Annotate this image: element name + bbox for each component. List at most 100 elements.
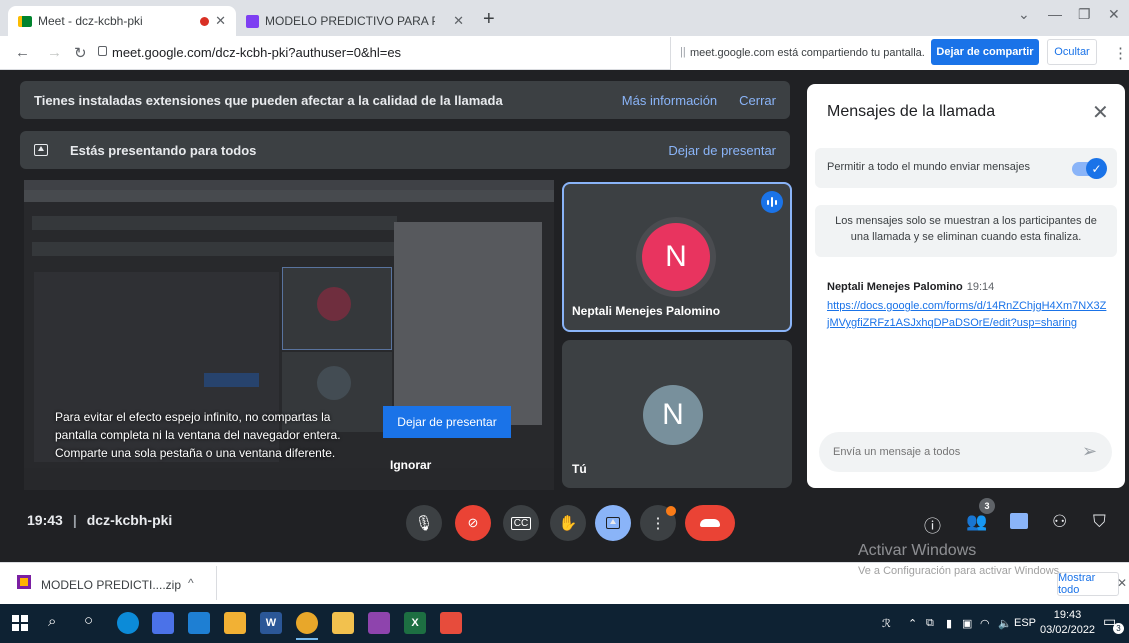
share-notice: meet.google.com está compartiendo tu pan… [690,47,925,59]
chevron-up-tray-icon[interactable]: ⌃ [908,617,917,630]
camera-off-icon: ⊘ [467,515,479,530]
leave-call-button[interactable] [685,505,735,541]
clock-time: 19:43 [1053,609,1082,621]
divider [216,566,217,600]
message-time: 19:14 [966,281,995,293]
chat-icon[interactable] [1010,513,1028,529]
sheets-icon [246,14,259,28]
close-tab-icon[interactable]: ✕ [453,13,464,29]
minimize-icon[interactable]: — [1048,6,1062,22]
message-sender: Neptali Menejes Palomino 19:14 [827,281,994,293]
windows-start-icon[interactable] [12,615,28,631]
presenting-text: Estás presentando para todos [70,142,257,158]
language-indicator[interactable]: ESP [1014,617,1036,629]
forward-icon[interactable]: → [47,44,62,61]
close-banner-link[interactable]: Cerrar [739,93,776,108]
zoom-icon[interactable] [152,612,174,634]
close-window-icon[interactable]: ✕ [1108,6,1120,23]
captions-button[interactable]: CC [503,505,539,541]
stop-presenting-button[interactable]: Dejar de presentar [383,406,511,438]
message-link[interactable]: https://docs.google.com/forms/d/14RnZChj… [827,298,1107,332]
more-vert-icon: ⋮ [650,515,666,532]
battery-icon[interactable]: ▮ [946,617,952,630]
tab-modelo[interactable]: MODELO PREDICTIVO PARA PRO ✕ [236,6,474,36]
activate-windows-title: Activar Windows [858,542,977,559]
camera-button[interactable]: ⊘ [455,505,491,541]
notification-dot [666,506,676,516]
present-button[interactable] [595,505,631,541]
search-icon[interactable]: ⌕ [48,613,56,630]
download-item[interactable]: MODELO PREDICTI....zip [41,578,181,592]
participant-name: Tú [572,462,587,476]
edge-icon[interactable] [117,612,139,634]
activate-windows-subtitle: Ve a Configuración para activar Windows. [858,565,1063,577]
chat-title: Mensajes de la llamada [827,103,996,120]
close-downloads-icon[interactable]: ✕ [1117,576,1127,590]
participant-count-badge: 3 [979,498,995,514]
avatar-self: N [643,385,703,445]
participant-name: Neptali Menejes Palomino [572,304,721,318]
winrar-icon[interactable] [368,612,390,634]
network-icon[interactable]: ⧉ [926,617,934,630]
hand-icon: ✋ [558,515,578,532]
raise-hand-button[interactable]: ✋ [550,505,586,541]
taskbar-clock[interactable]: 19:43 03/02/2022 [1040,608,1095,638]
new-tab-icon[interactable]: + [483,8,495,31]
mail-icon[interactable] [188,612,210,634]
volume-icon[interactable]: 🔈 [998,617,1012,630]
stop-presenting-link[interactable]: Dejar de presentar [668,143,776,158]
activities-icon[interactable]: ⚇ [1052,512,1067,532]
display-icon[interactable]: ▣ [962,617,972,630]
close-chat-icon[interactable]: ✕ [1092,100,1109,125]
hide-button[interactable]: Ocultar [1047,39,1097,65]
tab-modelo-title: MODELO PREDICTIVO PARA PRO [265,14,435,28]
present-screen-icon [34,144,48,156]
chevron-up-icon[interactable]: ^ [188,576,194,590]
drag-handle-icon[interactable]: || [680,46,686,58]
present-icon [606,517,620,529]
restore-icon[interactable]: ❐ [1078,6,1091,23]
separator: | [72,512,77,528]
chat-input[interactable] [819,432,1112,472]
mirror-warning-text: Para evitar el efecto espejo infinito, n… [55,410,341,460]
meeting-details-icon[interactable]: ⓘ [924,512,941,537]
stop-sharing-button[interactable]: Dejar de compartir [931,39,1039,65]
active-app-indicator [296,638,318,640]
meeting-code: dcz-kcbh-pki [86,512,173,528]
people-tray-icon[interactable]: ℛ [882,617,891,630]
more-info-link[interactable]: Más información [622,93,717,108]
reload-icon[interactable]: ↻ [74,44,87,62]
ignore-button[interactable]: Ignorar [390,458,431,472]
meeting-info: 19:43 | dcz-kcbh-pki [27,512,172,528]
extensions-banner-text: Tienes instaladas extensiones que pueden… [34,92,503,108]
recording-dot-icon [200,16,210,26]
task-view-icon[interactable]: ○ [84,612,93,629]
mic-button[interactable]: 🎙 [406,505,442,541]
excel-icon[interactable]: X [404,612,426,634]
chrome-icon[interactable] [296,612,318,634]
tab-meet[interactable]: Meet - dcz-kcbh-pki ✕ [8,6,236,36]
url-field[interactable]: meet.google.com/dcz-kcbh-pki?authuser=0&… [112,45,401,60]
extensions-banner: Tienes instaladas extensiones que pueden… [20,81,790,119]
wifi-icon[interactable]: ◠ [980,617,990,630]
tab-meet-title: Meet - dcz-kcbh-pki [38,14,143,28]
check-icon[interactable]: ✓ [1086,158,1107,179]
close-tab-icon[interactable]: ✕ [215,13,226,29]
people-icon[interactable]: 👥 [966,512,987,532]
browser-menu-icon[interactable]: ⋮ [1113,44,1128,62]
tab-search-icon[interactable]: ⌄ [1018,6,1030,23]
store-icon[interactable] [224,612,246,634]
explorer-icon[interactable] [332,612,354,634]
lock-icon [98,46,107,56]
show-all-button[interactable]: Mostrar todo [1057,572,1119,596]
chat-info: Los mensajes solo se muestran a los part… [815,205,1117,257]
allow-messages-label: Permitir a todo el mundo enviar mensajes [827,161,1030,173]
app-icon[interactable] [440,612,462,634]
back-icon[interactable]: ← [15,44,30,61]
avatar-neptali: N [642,223,710,291]
meeting-time: 19:43 [27,512,63,528]
send-icon[interactable]: ➢ [1082,441,1097,462]
zip-file-icon [17,575,31,589]
word-icon[interactable]: W [260,612,282,634]
host-controls-icon[interactable]: ⛉ [1093,512,1106,532]
